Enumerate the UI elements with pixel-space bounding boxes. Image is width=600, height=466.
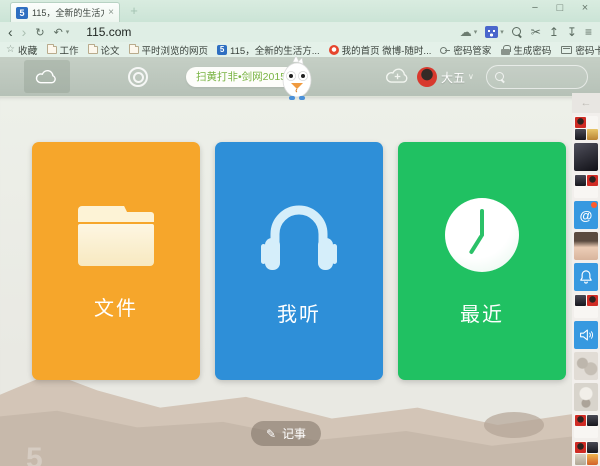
card-recent[interactable]: 最近	[398, 142, 566, 380]
history-button[interactable]: ↶	[54, 26, 63, 39]
download-icon[interactable]: ↧	[567, 25, 577, 39]
tab-close-icon[interactable]: ×	[108, 7, 114, 18]
folder-icon	[78, 206, 154, 266]
password-card-button[interactable]: 密码卡片	[561, 43, 600, 57]
site-115-icon: 5	[217, 44, 228, 55]
folder-icon	[87, 43, 98, 54]
site-header: 扫黄打非•剑网2015 大五 ∨	[0, 56, 600, 100]
favorites-menu[interactable]: ☆ 收藏 ▾	[6, 43, 38, 57]
headphones-icon	[261, 205, 337, 270]
cloud-sync-icon[interactable]: ☁	[460, 25, 472, 39]
announcement-tile[interactable]	[574, 321, 598, 349]
favorites-caret-icon: ▾	[33, 46, 38, 54]
address-bar[interactable]: 115.com	[86, 25, 131, 39]
contact-rail: ← @	[572, 93, 600, 466]
page-content: 文件 我听 最近 ✎ 记事 5	[0, 97, 572, 466]
navigation-toolbar: ‹ › ↻ ↶ ▾ 115.com ☁ ▾ ▾ ✂ ↥ ↧ ≡	[0, 22, 600, 42]
menu-icon[interactable]: ≡	[585, 25, 592, 39]
watermark-5: 5	[26, 442, 43, 466]
notes-label: 记事	[282, 427, 307, 441]
cloud-home-button[interactable]	[24, 60, 70, 93]
avatar-tile-group[interactable]	[574, 116, 598, 140]
back-button[interactable]: ‹	[8, 25, 13, 39]
avatar-tile-boy[interactable]	[574, 232, 598, 260]
key-icon	[440, 45, 451, 55]
cloud-icon	[35, 69, 56, 83]
star-icon: ☆	[6, 44, 15, 55]
extension-icon[interactable]	[485, 26, 499, 38]
avatar-tile-group[interactable]	[574, 441, 598, 465]
generate-password-button[interactable]: 生成密码	[501, 43, 551, 57]
folder-icon	[128, 43, 139, 54]
tab-title: 115，全新的生活方式！	[32, 8, 104, 18]
search-icon	[495, 71, 506, 83]
card-label: 文件	[94, 298, 138, 320]
search-icon[interactable]	[511, 26, 523, 38]
lock-icon	[501, 44, 511, 55]
rail-collapse-button[interactable]: ←	[572, 93, 600, 113]
new-tab-button[interactable]: +	[126, 3, 142, 18]
window-controls: − □ ×	[528, 2, 592, 14]
password-tools: 密码管家 生成密码 密码卡片	[440, 43, 600, 57]
background-mound	[484, 412, 544, 438]
cloud-upload-button[interactable]	[384, 66, 412, 91]
pencil-icon: ✎	[265, 426, 277, 441]
site-favicon: 5	[16, 6, 28, 19]
bookmark-item[interactable]: 论文	[87, 43, 120, 57]
tab-bar: 5 115，全新的生活方式！ × + − □ ×	[0, 0, 600, 22]
browser-tab[interactable]: 5 115，全新的生活方式！ ×	[10, 2, 120, 22]
avatar-tile-pair[interactable]	[574, 414, 598, 438]
reload-button[interactable]: ↻	[35, 26, 44, 39]
app-cards: 文件 我听 最近	[32, 142, 566, 380]
extension-dropdown-icon[interactable]: ▾	[500, 28, 504, 36]
folder-icon	[46, 43, 57, 54]
mascot-bird-icon	[282, 56, 312, 100]
toolbar-right-icons: ☁ ▾ ▾ ✂ ↥ ↧ ≡	[460, 25, 592, 39]
avatar-tiles: @	[574, 116, 598, 465]
bookmark-item-115[interactable]: 5 115，全新的生活方...	[217, 43, 320, 57]
close-button[interactable]: ×	[578, 2, 592, 14]
forward-button[interactable]: ›	[22, 25, 27, 39]
at-icon: @	[579, 207, 593, 223]
mail-tile[interactable]: @	[574, 201, 598, 229]
card-label: 最近	[460, 304, 504, 326]
maximize-button[interactable]: □	[553, 2, 567, 14]
browser-window: 5 115，全新的生活方式！ × + − □ × ‹ › ↻ ↶ ▾ 115.c…	[0, 0, 600, 466]
avatar-tile-skull[interactable]	[574, 383, 598, 411]
avatar-tile-pair[interactable]	[574, 174, 598, 198]
avatar-tile-cat[interactable]	[574, 352, 598, 380]
avatar-tile-pair[interactable]	[574, 294, 598, 318]
bookmarks-bar: ☆ 收藏 ▾ 工作 论文 平时浏览的网页 5 115，全新的生活方... 我的首…	[0, 42, 600, 57]
card-files[interactable]: 文件	[32, 142, 200, 380]
user-menu-caret-icon[interactable]: ∨	[468, 72, 474, 81]
password-manager-button[interactable]: 密码管家	[440, 43, 491, 57]
user-avatar[interactable]	[417, 67, 437, 87]
page-115: 扫黄打非•剑网2015 大五 ∨ 文件 我听 最近 ✎ 记事 5 ← @	[0, 56, 600, 466]
weibo-icon	[328, 44, 339, 55]
history-dropdown-icon[interactable]: ▾	[66, 28, 70, 36]
card-listen[interactable]: 我听	[215, 142, 383, 380]
upload-icon[interactable]: ↥	[549, 25, 559, 39]
minimize-button[interactable]: −	[528, 2, 542, 14]
bookmark-item-weibo[interactable]: 我的首页 微博-随时...	[328, 43, 431, 57]
avatar-tile-dark[interactable]	[574, 143, 598, 171]
bell-icon	[580, 270, 592, 284]
target-icon[interactable]	[128, 67, 148, 87]
notes-button[interactable]: ✎ 记事	[250, 421, 322, 446]
notification-dot	[591, 202, 597, 208]
speaker-icon	[580, 329, 594, 341]
clip-icon[interactable]: ✂	[531, 25, 541, 39]
notifications-tile[interactable]	[574, 263, 598, 291]
cloud-dropdown-icon[interactable]: ▾	[474, 28, 478, 36]
bookmark-item[interactable]: 工作	[46, 43, 79, 57]
card-icon	[561, 45, 573, 54]
clock-icon	[445, 198, 519, 272]
site-search-input[interactable]	[486, 65, 588, 89]
user-name[interactable]: 大五	[441, 69, 465, 86]
bookmark-item[interactable]: 平时浏览的网页	[128, 43, 208, 57]
card-label: 我听	[277, 304, 321, 326]
